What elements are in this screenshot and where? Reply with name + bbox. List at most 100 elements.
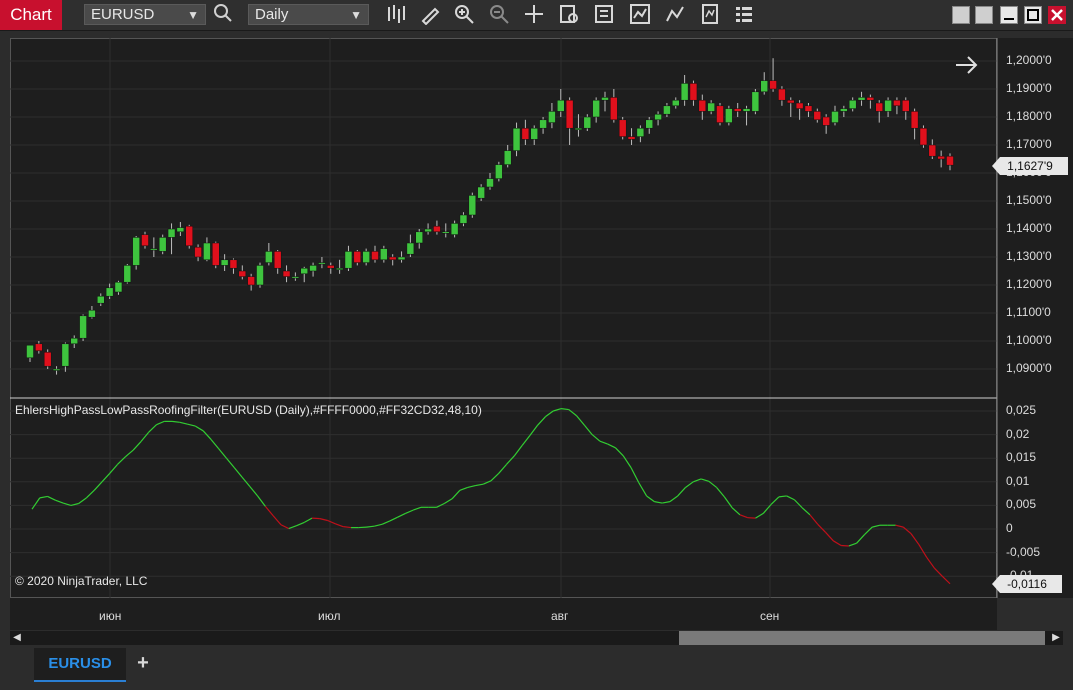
candle-body: [397, 256, 406, 261]
oscillator-segment: [576, 415, 585, 426]
oscillator-segment: [599, 440, 608, 445]
oscillator-axis-label: 0,005: [1006, 497, 1037, 512]
oscillator-segment: [622, 455, 632, 468]
time-label: авг: [551, 609, 569, 623]
candle-body: [433, 225, 441, 233]
candle-body: [813, 111, 822, 121]
candle-body: [716, 105, 724, 123]
oscillator-segment: [55, 499, 64, 504]
oscillator-segment: [934, 567, 943, 577]
candle-body: [946, 155, 954, 166]
candle-body: [928, 144, 937, 157]
candle-body: [618, 119, 627, 137]
candle-body: [424, 228, 432, 233]
oscillator-segment: [615, 447, 624, 457]
candle-body: [450, 223, 459, 235]
candle-body: [88, 309, 96, 318]
oscillator-segment: [731, 507, 741, 516]
tab-bar: [0, 646, 1073, 690]
candle-body: [530, 127, 538, 140]
time-label: июл: [318, 609, 341, 623]
oscillator-segment: [272, 515, 282, 526]
oscillator-segment: [233, 467, 243, 478]
oscillator-segment: [280, 524, 289, 530]
price-axis-label: 1,2000'0: [1006, 53, 1052, 67]
scroll-left-icon[interactable]: ◀: [10, 631, 24, 645]
candle-body: [663, 105, 671, 115]
oscillator-segment: [257, 495, 266, 507]
oscillator-segment: [210, 438, 220, 450]
oscillator-segment: [910, 533, 920, 545]
oscillator-segment: [296, 521, 305, 527]
candle-body: [185, 225, 193, 247]
oscillator-segment: [662, 501, 671, 504]
oscillator-segment: [817, 523, 826, 533]
oscillator-segment: [451, 489, 461, 500]
candle-body: [742, 108, 751, 112]
scroll-right-arrow-icon[interactable]: [956, 56, 978, 74]
candle-body: [229, 259, 238, 269]
oscillator-segment: [264, 505, 274, 517]
oscillator-segment: [381, 520, 391, 525]
candle-body: [787, 99, 795, 104]
candle-body: [893, 99, 901, 107]
oscillator-segment: [941, 575, 951, 585]
candle-body: [194, 246, 202, 258]
oscillator-segment: [864, 526, 873, 536]
candle-body: [318, 262, 326, 265]
oscillator-segment: [872, 524, 881, 528]
candle-body: [610, 97, 618, 121]
price-axis-label: 1,1300'0: [1006, 249, 1052, 263]
oscillator-segment: [560, 408, 569, 411]
oscillator-segment: [630, 467, 640, 484]
oscillator-segment: [778, 495, 787, 498]
oscillator-segment: [739, 514, 748, 519]
candle-body: [902, 99, 910, 112]
candle-body: [176, 227, 185, 233]
candle-body: [539, 119, 547, 129]
oscillator-segment: [156, 420, 165, 426]
oscillator-segment: [770, 496, 780, 505]
tab-eurusd[interactable]: EURUSD: [34, 648, 126, 682]
candle-body: [415, 231, 423, 244]
candle-body: [327, 265, 335, 269]
price-axis-label: 1,1500'0: [1006, 193, 1052, 207]
candle-body: [132, 237, 140, 266]
price-axis-label: 1,1400'0: [1006, 221, 1052, 235]
candle-body: [857, 97, 866, 101]
oscillator-segment: [926, 556, 935, 569]
price-axis-label: 1,1900'0: [1006, 81, 1052, 95]
time-axis[interactable]: [10, 598, 997, 630]
price-axis-label: 1,1200'0: [1006, 277, 1052, 291]
candle-body: [795, 102, 804, 109]
candle-body: [79, 315, 87, 339]
candle-body: [601, 97, 609, 101]
candle-body: [565, 99, 574, 129]
oscillator-segment: [677, 487, 686, 497]
candle-body: [203, 242, 211, 261]
oscillator-segment: [902, 526, 912, 535]
oscillator-segment: [459, 486, 468, 491]
candle-body: [114, 281, 123, 293]
oscillator-segment: [475, 483, 484, 487]
candle-body: [583, 116, 592, 129]
add-tab-button[interactable]: +: [130, 650, 156, 676]
scroll-thumb[interactable]: [679, 631, 1045, 645]
candle-body: [848, 99, 857, 109]
candle-body: [654, 113, 662, 121]
candle-body: [512, 127, 521, 151]
oscillator-segment: [327, 519, 336, 525]
candle-body: [247, 276, 255, 286]
candle-body: [212, 242, 220, 266]
candle-body: [910, 111, 919, 129]
candle-body: [105, 287, 114, 297]
oscillator-segment: [490, 472, 500, 482]
oscillator-segment: [685, 481, 694, 488]
candle-body: [760, 80, 768, 93]
oscillator-segment: [343, 526, 352, 529]
oscillator-segment: [187, 423, 196, 427]
oscillator-segment: [506, 455, 515, 465]
scroll-right-icon[interactable]: ▶: [1049, 631, 1063, 645]
price-axis-label: 1,1100'0: [1006, 305, 1051, 319]
oscillator-segment: [513, 445, 523, 457]
